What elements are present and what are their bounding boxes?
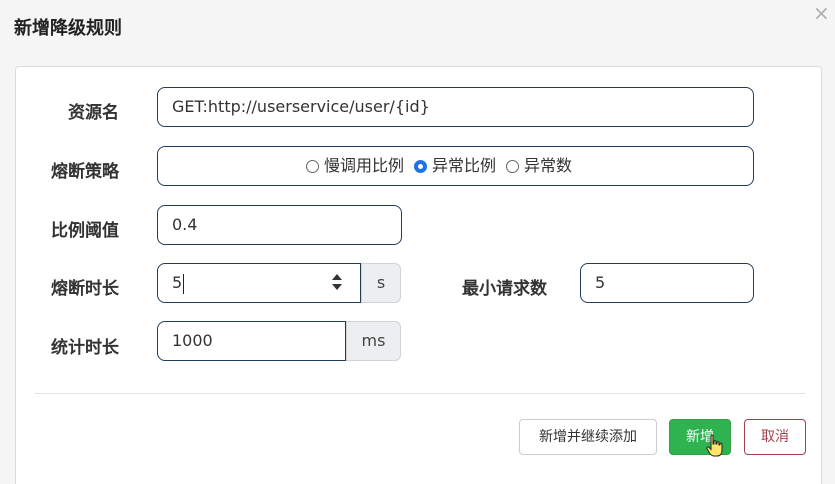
hand-pointer-icon bbox=[706, 434, 723, 457]
stat-duration-unit-addon: ms bbox=[346, 321, 401, 361]
ratio-input[interactable]: 0.4 bbox=[157, 205, 402, 245]
min-requests-input[interactable]: 5 bbox=[580, 263, 754, 303]
close-icon[interactable]: × bbox=[813, 2, 830, 24]
stat-duration-label: 统计时长 bbox=[51, 338, 119, 358]
resource-label: 资源名 bbox=[68, 103, 119, 123]
min-requests-label: 最小请求数 bbox=[462, 279, 547, 299]
radio-label: 异常比例 bbox=[432, 156, 497, 175]
radio-button-icon[interactable] bbox=[306, 159, 319, 173]
dialog-title: 新增降级规则 bbox=[14, 18, 122, 39]
resource-input[interactable]: GET:http://userservice/user/{id} bbox=[157, 87, 754, 127]
cancel-button[interactable]: 取消 bbox=[744, 419, 806, 455]
duration-value: 5 bbox=[172, 273, 183, 292]
radio-label: 异常数 bbox=[524, 156, 573, 175]
ratio-label: 比例阈值 bbox=[51, 221, 119, 241]
duration-unit-addon: s bbox=[361, 263, 401, 303]
duration-label: 熔断时长 bbox=[51, 279, 119, 299]
stat-duration-input[interactable]: 1000 bbox=[157, 321, 346, 361]
radio-label: 慢调用比例 bbox=[324, 156, 405, 175]
radio-option-exception-ratio[interactable]: 异常比例 bbox=[414, 147, 496, 185]
spinner-arrows-icon[interactable] bbox=[332, 273, 342, 293]
footer-divider bbox=[35, 393, 805, 394]
form-panel: 资源名 GET:http://userservice/user/{id} 熔断策… bbox=[15, 66, 822, 484]
text-caret bbox=[183, 273, 185, 294]
add-and-continue-button[interactable]: 新增并继续添加 bbox=[519, 419, 657, 455]
radio-button-checked-icon[interactable] bbox=[414, 159, 428, 173]
strategy-label: 熔断策略 bbox=[51, 162, 119, 182]
duration-number-input[interactable]: 5 bbox=[157, 263, 361, 303]
radio-button-icon[interactable] bbox=[506, 159, 520, 173]
radio-option-slow-ratio[interactable]: 慢调用比例 bbox=[306, 147, 404, 185]
radio-option-exception-count[interactable]: 异常数 bbox=[506, 147, 572, 185]
strategy-radio-group: 慢调用比例 异常比例 异常数 bbox=[157, 146, 754, 186]
